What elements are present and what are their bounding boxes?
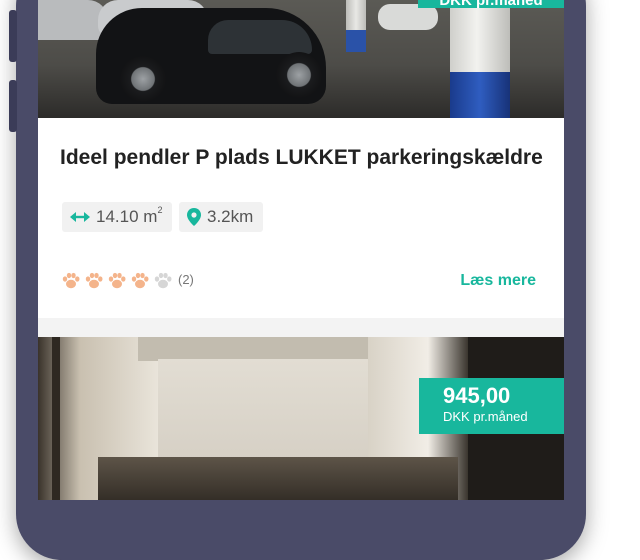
distance-value: 3.2km (207, 207, 254, 226)
listing-photo[interactable]: DKK pr.måned (38, 0, 564, 118)
paw-icon (85, 272, 103, 289)
price-unit: DKK pr.måned (439, 0, 543, 9)
paw-icon (131, 272, 149, 289)
price-tag: DKK pr.måned (418, 0, 564, 9)
phone-side-button (9, 10, 17, 62)
size-chip: 14.10 m2 (62, 202, 172, 232)
double-arrow-icon (70, 212, 90, 222)
listing-photo[interactable]: 945,00 DKK pr.måned (38, 337, 564, 500)
listing-title[interactable]: Ideel pendler P plads LUKKET parkeringsk… (60, 146, 543, 170)
map-pin-icon (187, 208, 201, 226)
parking-pillar (346, 0, 366, 30)
size-unit-superscript: 2 (157, 205, 163, 215)
size-value: 14.10 m2 (96, 205, 163, 226)
rating-stars (62, 272, 172, 289)
garage-back-wall (158, 359, 368, 469)
rating-count: (2) (178, 272, 194, 287)
read-more-link[interactable]: Læs mere (460, 272, 536, 290)
garage-pipe (52, 337, 60, 500)
price-tag: 945,00 DKK pr.måned (419, 378, 564, 434)
car-wheel (276, 52, 322, 98)
garage-floor (98, 457, 458, 500)
phone-side-button (9, 80, 17, 132)
paw-icon (62, 272, 80, 289)
car-window (208, 20, 312, 54)
price-unit: DKK pr.måned (443, 409, 528, 424)
parking-pillar-base (346, 30, 366, 52)
paw-icon (108, 272, 126, 289)
app-screen: DKK pr.måned Ideel pendler P plads LUKKE… (38, 0, 564, 500)
car-wheel (120, 56, 166, 102)
distance-chip: 3.2km (179, 202, 263, 232)
price-amount: 945,00 (443, 383, 511, 408)
parking-pillar-base (450, 72, 510, 118)
listing-card[interactable]: Ideel pendler P plads LUKKET parkeringsk… (38, 118, 564, 318)
paw-icon (154, 272, 172, 289)
